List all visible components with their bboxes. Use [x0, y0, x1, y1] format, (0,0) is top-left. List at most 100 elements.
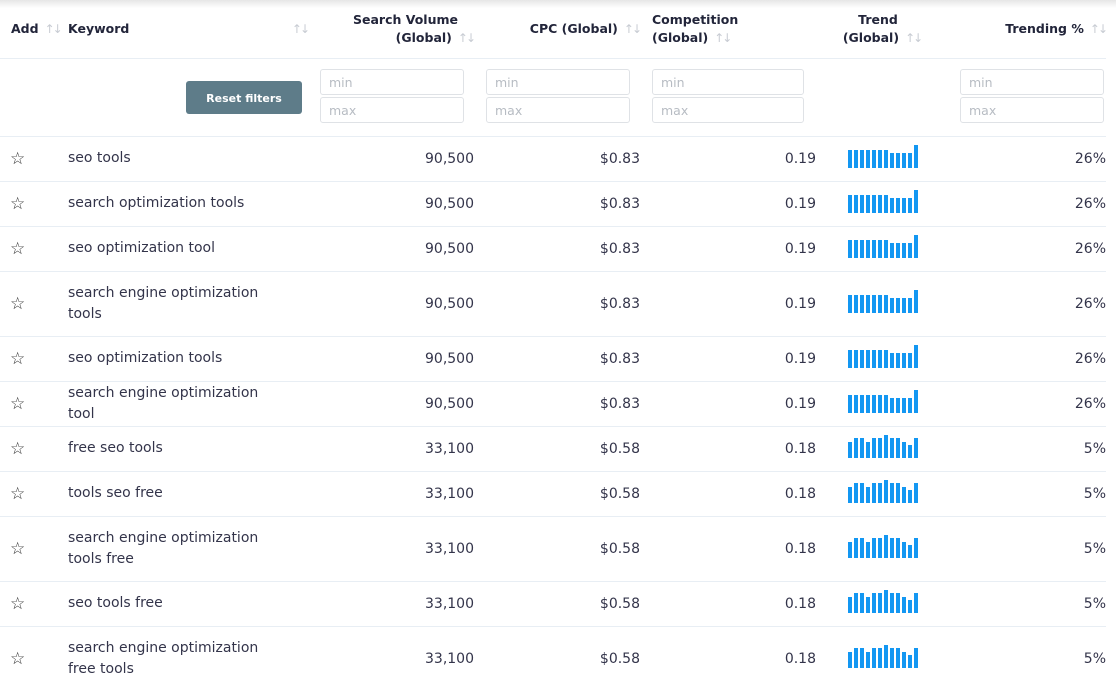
cpc-cell: $0.58	[599, 440, 640, 457]
trend-bar	[860, 438, 864, 458]
volume-cell: 90,500	[425, 240, 474, 257]
star-icon[interactable]: ☆	[10, 239, 25, 259]
trending-max-input[interactable]	[960, 97, 1104, 123]
trend-bar	[902, 542, 906, 558]
star-icon[interactable]: ☆	[10, 194, 25, 214]
star-icon[interactable]: ☆	[10, 649, 25, 669]
trend-bar	[908, 445, 912, 458]
trending-cell: 26%	[1074, 195, 1106, 212]
star-icon[interactable]: ☆	[10, 294, 25, 314]
cpc-max-input[interactable]	[486, 97, 630, 123]
keyword-cell[interactable]: seo optimization tool	[62, 226, 314, 271]
trend-bar	[884, 350, 888, 368]
col-volume[interactable]: Search Volume (Global) ↑↓	[314, 0, 480, 58]
keyword-table: Add ↑↓ Keyword ↑↓ Search Volume (Global) ↑↓ …	[0, 0, 1108, 691]
star-icon[interactable]: ☆	[10, 484, 25, 504]
volume-cell: 33,100	[425, 595, 474, 612]
col-competition[interactable]: Competition (Global) ↑↓	[646, 0, 822, 58]
add-star-cell: ☆	[0, 271, 62, 336]
col-add[interactable]: Add ↑↓	[0, 0, 63, 58]
trend-bar	[860, 350, 864, 368]
reset-filters-button[interactable]: Reset filters	[186, 80, 302, 114]
col-trend[interactable]: Trend (Global) ↑↓	[822, 0, 942, 58]
trend-bar	[896, 538, 900, 558]
trend-bar	[848, 442, 852, 458]
trend-bar	[866, 542, 870, 558]
trend-cell	[822, 581, 942, 626]
trend-bar	[914, 235, 918, 258]
keyword-cell[interactable]: tools seo free	[62, 471, 314, 516]
sort-icon[interactable]: ↑↓	[714, 31, 732, 45]
trend-bar	[890, 353, 894, 368]
col-keyword[interactable]: Keyword ↑↓	[62, 0, 314, 58]
keyword-cell[interactable]: search engine optimization tool	[62, 381, 314, 426]
trend-bar	[872, 150, 876, 168]
trend-bar	[878, 240, 882, 258]
volume-cell: 33,100	[425, 485, 474, 502]
trend-bar	[848, 350, 852, 368]
competition-min-input[interactable]	[652, 69, 804, 95]
keyword-cell[interactable]: seo optimization tools	[62, 336, 314, 381]
trend-bar	[848, 195, 852, 213]
trend-bar	[860, 648, 864, 669]
trend-bar	[902, 487, 906, 503]
trending-min-input[interactable]	[960, 69, 1104, 95]
trend-bar	[914, 438, 918, 458]
trend-cell	[822, 181, 942, 226]
header-row: Add ↑↓ Keyword ↑↓ Search Volume (Global) ↑↓ …	[0, 0, 1108, 58]
trend-bar	[860, 240, 864, 258]
trend-sparkline	[848, 345, 918, 368]
table-row: ☆ seo optimization tools 90,500 $0.83 0.19 26…	[0, 336, 1106, 381]
sort-icon[interactable]: ↑↓	[292, 20, 310, 38]
sort-icon[interactable]: ↑↓	[905, 31, 923, 45]
trend-bar	[860, 395, 864, 413]
sort-icon[interactable]: ↑↓	[624, 22, 642, 36]
volume-max-input[interactable]	[320, 97, 464, 123]
trend-bar	[872, 350, 876, 368]
trend-bar	[866, 195, 870, 213]
trending-cell: 5%	[1083, 650, 1106, 667]
trend-bar	[872, 538, 876, 558]
trend-bar	[854, 350, 858, 368]
keyword-cell[interactable]: seo tools free	[62, 581, 314, 626]
volume-min-input[interactable]	[320, 69, 464, 95]
keyword-cell[interactable]: search engine optimization tools	[62, 271, 314, 336]
sort-icon[interactable]: ↑↓	[1090, 22, 1108, 36]
keyword-cell[interactable]: search engine optimization tools free	[62, 516, 314, 581]
trend-bar	[866, 597, 870, 613]
cpc-cell: $0.58	[599, 650, 640, 667]
sort-icon[interactable]: ↑↓	[45, 22, 63, 36]
col-trending[interactable]: Trending % ↑↓	[942, 0, 1108, 58]
keyword-cell[interactable]: search engine optimization free tools	[62, 626, 314, 691]
volume-cell: 90,500	[425, 195, 474, 212]
trend-bar	[908, 153, 912, 168]
trend-cell	[822, 381, 942, 426]
add-star-cell: ☆	[0, 136, 62, 181]
star-icon[interactable]: ☆	[10, 149, 25, 169]
trend-bar	[866, 487, 870, 503]
competition-max-input[interactable]	[652, 97, 804, 123]
trend-bar	[890, 243, 894, 258]
keyword-cell[interactable]: search optimization tools	[62, 181, 314, 226]
trend-sparkline	[848, 145, 918, 168]
keyword-cell[interactable]: seo tools	[62, 136, 314, 181]
col-trend-label-2: (Global)	[842, 29, 900, 45]
star-icon[interactable]: ☆	[10, 539, 25, 559]
star-icon[interactable]: ☆	[10, 349, 25, 369]
trend-bar	[914, 648, 918, 669]
trend-bar	[884, 435, 888, 458]
trend-bar	[884, 150, 888, 168]
keyword-cell[interactable]: free seo tools	[62, 426, 314, 471]
volume-cell: 90,500	[425, 395, 474, 412]
star-icon[interactable]: ☆	[10, 439, 25, 459]
cpc-cell: $0.83	[599, 195, 640, 212]
col-cpc[interactable]: CPC (Global) ↑↓	[480, 0, 646, 58]
star-icon[interactable]: ☆	[10, 594, 25, 614]
trend-sparkline	[848, 390, 918, 413]
star-icon[interactable]: ☆	[10, 394, 25, 414]
add-star-cell: ☆	[0, 181, 62, 226]
table-row: ☆ search engine optimization tool 90,500 $0…	[0, 381, 1106, 426]
sort-icon[interactable]: ↑↓	[458, 31, 476, 45]
cpc-min-input[interactable]	[486, 69, 630, 95]
trend-sparkline	[848, 590, 918, 613]
